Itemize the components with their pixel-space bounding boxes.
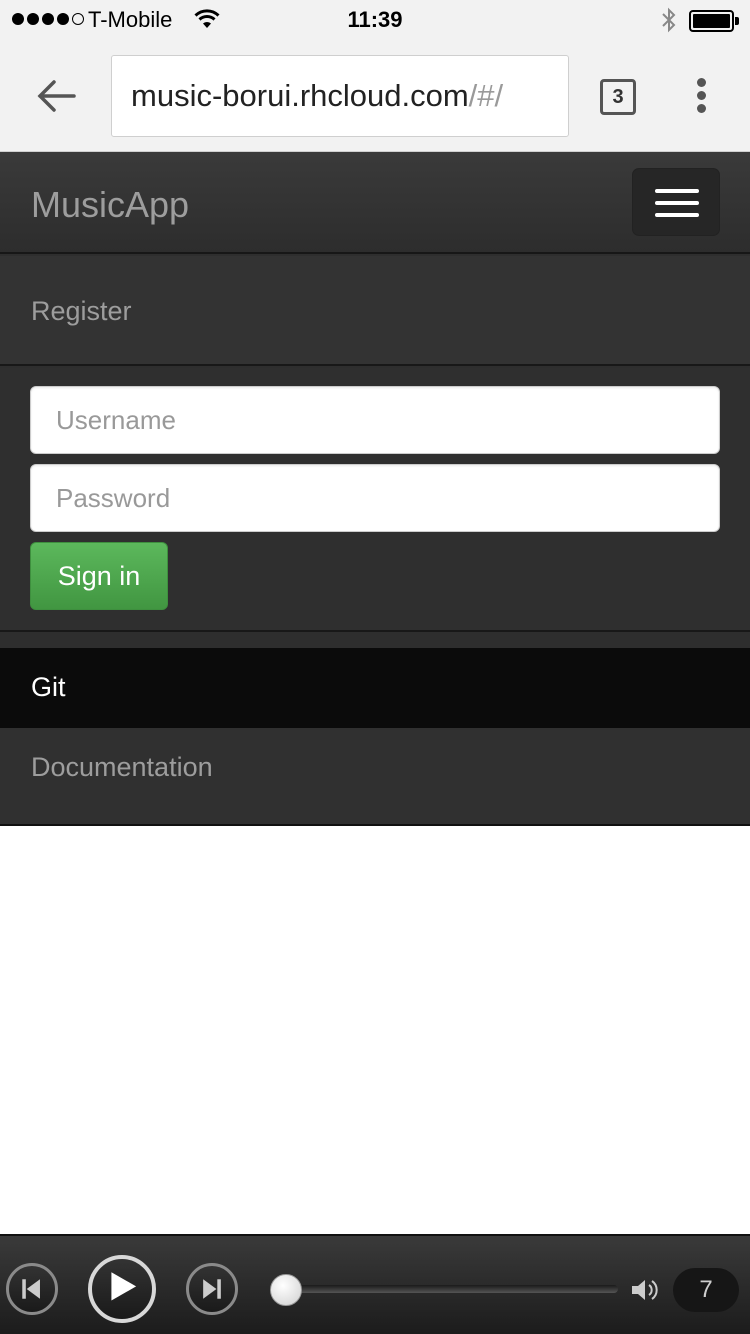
next-track-button[interactable] <box>186 1263 238 1315</box>
play-icon <box>111 1272 137 1301</box>
address-bar[interactable]: music-borui.rhcloud.com/#/ <box>111 55 569 137</box>
nav-item-documentation-label: Documentation <box>31 752 213 782</box>
brand-link[interactable]: MusicApp <box>31 184 189 226</box>
progress-track[interactable] <box>276 1285 618 1293</box>
skip-forward-icon <box>203 1279 221 1299</box>
overflow-menu-icon[interactable] <box>697 78 709 114</box>
browser-toolbar: music-borui.rhcloud.com/#/ 3 <box>0 40 750 152</box>
nav-item-git-label: Git <box>31 672 66 702</box>
navbar: MusicApp Register Sign in Git Documentat… <box>0 152 750 826</box>
battery-icon <box>689 10 739 32</box>
skip-back-icon <box>22 1279 40 1299</box>
battery-fill <box>693 14 730 28</box>
play-button[interactable] <box>88 1255 156 1323</box>
tab-switcher-button[interactable]: 3 <box>600 79 636 115</box>
clock: 11:39 <box>347 7 403 32</box>
volume-level-badge: 7 <box>673 1268 739 1312</box>
status-bar: T-Mobile 11:39 <box>0 0 750 40</box>
back-arrow-icon[interactable] <box>36 78 76 114</box>
bluetooth-icon <box>662 7 676 33</box>
password-input[interactable] <box>30 464 720 532</box>
nav-item-git[interactable]: Git <box>0 648 750 728</box>
progress-slider-handle[interactable] <box>270 1274 302 1306</box>
sign-in-button[interactable]: Sign in <box>30 542 168 610</box>
navbar-toggle-button[interactable] <box>632 168 720 236</box>
url-text: music-borui.rhcloud.com/#/ <box>131 78 503 114</box>
nav-item-register[interactable]: Register <box>0 256 750 366</box>
audio-player: 7 <box>0 1234 750 1334</box>
nav-item-documentation[interactable]: Documentation <box>0 728 750 824</box>
previous-track-button[interactable] <box>6 1263 58 1315</box>
url-host: music-borui.rhcloud.com <box>131 78 469 113</box>
nav-item-register-label: Register <box>31 296 132 326</box>
volume-icon[interactable] <box>630 1276 660 1304</box>
navbar-header: MusicApp <box>0 152 750 254</box>
username-input[interactable] <box>30 386 720 454</box>
signin-form: Sign in <box>0 368 750 632</box>
url-path: /#/ <box>468 78 504 113</box>
